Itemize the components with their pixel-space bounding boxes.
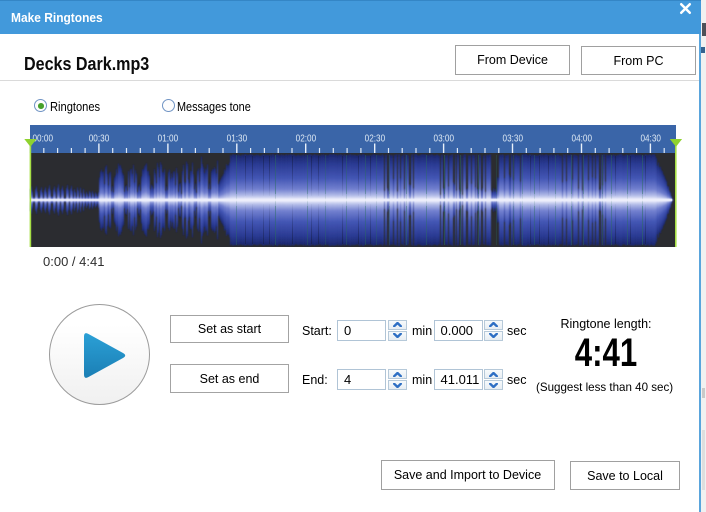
svg-text:01:30: 01:30 [227, 133, 248, 145]
svg-text:00:00: 00:00 [33, 133, 54, 145]
svg-text:01:00: 01:00 [158, 133, 179, 145]
svg-text:00:30: 00:30 [89, 133, 110, 145]
svg-text:04:00: 04:00 [572, 133, 593, 145]
svg-text:03:00: 03:00 [434, 133, 455, 145]
svg-text:03:30: 03:30 [503, 133, 524, 145]
svg-text:02:00: 02:00 [296, 133, 317, 145]
svg-text:02:30: 02:30 [365, 133, 386, 145]
svg-text:04:30: 04:30 [640, 133, 661, 145]
